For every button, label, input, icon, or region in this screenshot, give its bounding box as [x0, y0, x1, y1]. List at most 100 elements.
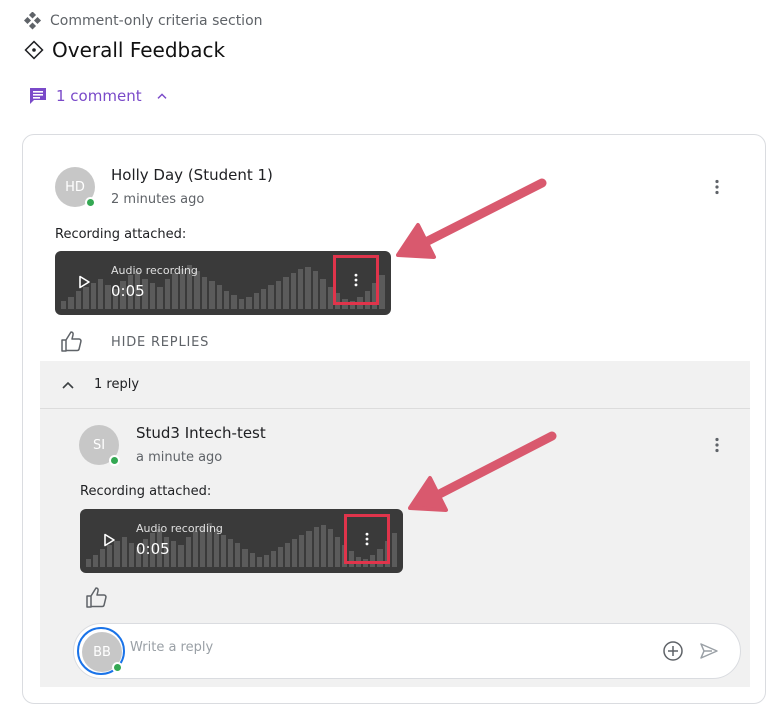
play-icon[interactable] [102, 533, 116, 547]
online-status-dot [85, 197, 96, 208]
waveform-bar [249, 553, 255, 567]
more-vertical-icon [365, 532, 369, 546]
avatar-initials: SI [92, 437, 106, 453]
waveform-bar [238, 299, 245, 309]
more-vertical-icon [715, 437, 719, 453]
waveform-bar [90, 283, 97, 309]
waveform-bar [292, 539, 298, 567]
waveform-bar [242, 549, 248, 567]
waveform-bar [93, 555, 99, 567]
waveform-bar [275, 281, 282, 309]
criteria-diamonds-icon [24, 12, 42, 30]
comment-more-options-button[interactable] [705, 175, 729, 199]
waveform-bar [290, 273, 296, 309]
waveform-bar [277, 547, 284, 567]
waveform-bar [299, 535, 305, 567]
waveform-bar [298, 269, 304, 309]
comment-icon [30, 88, 46, 104]
audio-duration: 0:05 [111, 282, 145, 300]
waveform-bar [283, 277, 289, 309]
avatar: BB [82, 632, 123, 673]
more-vertical-icon [354, 273, 358, 287]
thumbs-up-icon[interactable] [60, 330, 84, 354]
waveform-bar [61, 301, 67, 309]
more-vertical-icon [715, 179, 719, 195]
waveform-bar [171, 541, 177, 567]
waveform-bar [172, 273, 178, 309]
waveform-bar [86, 559, 92, 567]
waveform-bar [100, 549, 106, 567]
add-circle-icon[interactable] [662, 640, 684, 662]
waveform-bar [178, 545, 184, 567]
waveform-bar [157, 287, 163, 309]
waveform-bar [121, 537, 127, 567]
audio-more-options-button[interactable] [333, 255, 379, 305]
reply-composer: BB [73, 623, 741, 679]
waveform-bar [313, 527, 319, 567]
waveform-bar [285, 543, 291, 567]
waveform-bar [216, 285, 222, 309]
waveform-bar [263, 555, 269, 567]
audio-name: Audio recording [111, 264, 198, 277]
chevron-up-icon [157, 93, 167, 99]
audio-player: Audio recording 0:05 [80, 509, 403, 573]
waveform-bar [320, 525, 326, 567]
replies-section: 1 reply SI Stud3 Intech-test a minute ag… [40, 361, 750, 687]
online-status-dot [109, 455, 120, 466]
waveform-bar [223, 291, 230, 309]
replies-count-label: 1 reply [94, 377, 140, 392]
waveform-bar [98, 279, 104, 309]
waveform-bar [327, 529, 333, 567]
waveform-bar [256, 557, 262, 567]
waveform-bar [391, 533, 397, 567]
audio-duration: 0:05 [136, 540, 170, 558]
section-type-text: Comment-only criteria section [50, 13, 263, 29]
comments-count-label: 1 comment [56, 87, 142, 105]
recording-attached-label: Recording attached: [80, 484, 212, 499]
comment-author: Holly Day (Student 1) [111, 166, 273, 184]
audio-name: Audio recording [136, 522, 223, 535]
thumbs-up-icon[interactable] [85, 586, 109, 610]
waveform-bar [334, 537, 340, 567]
reply-input[interactable] [130, 640, 650, 655]
send-icon[interactable] [698, 640, 720, 662]
waveform-bar [185, 537, 191, 567]
comment-card: HD Holly Day (Student 1) 2 minutes ago R… [22, 134, 766, 704]
play-icon[interactable] [77, 275, 91, 289]
replies-collapse-toggle[interactable]: 1 reply [40, 361, 750, 409]
waveform-bar [221, 535, 227, 567]
comment-time: 2 minutes ago [111, 192, 205, 207]
waveform-bar [68, 297, 74, 309]
waveform-bar [209, 281, 215, 309]
chevron-up-icon [62, 381, 74, 389]
waveform-bar [192, 531, 198, 567]
avatar-initials: BB [93, 644, 111, 660]
recording-attached-label: Recording attached: [55, 227, 187, 242]
diamond-outline-icon [24, 40, 44, 60]
waveform-bar [83, 287, 89, 309]
waveform-bar [312, 271, 319, 309]
waveform-bar [75, 291, 82, 309]
page-title: Overall Feedback [52, 38, 226, 62]
waveform-bar [253, 293, 259, 309]
waveform-bar [228, 539, 234, 567]
online-status-dot [112, 662, 123, 673]
hide-replies-button[interactable]: HIDE REPLIES [111, 335, 209, 350]
waveform-bar [107, 545, 113, 567]
reply-author: Stud3 Intech-test [136, 424, 266, 442]
avatar: SI [79, 425, 120, 466]
comments-toggle-button[interactable]: 1 comment [28, 86, 170, 106]
waveform-bar [270, 551, 276, 567]
audio-player: Audio recording 0:05 [55, 251, 391, 315]
reply-more-options-button[interactable] [705, 433, 729, 457]
waveform-bar [305, 267, 311, 309]
reply-time: a minute ago [136, 450, 223, 465]
waveform-bar [246, 297, 252, 309]
waveform-bar [235, 543, 241, 567]
waveform-bar [320, 279, 326, 309]
waveform-bar [231, 295, 237, 309]
waveform-bar [164, 279, 171, 309]
audio-more-options-button[interactable] [344, 514, 390, 564]
waveform-bar [379, 275, 385, 309]
waveform-bar [306, 531, 312, 567]
